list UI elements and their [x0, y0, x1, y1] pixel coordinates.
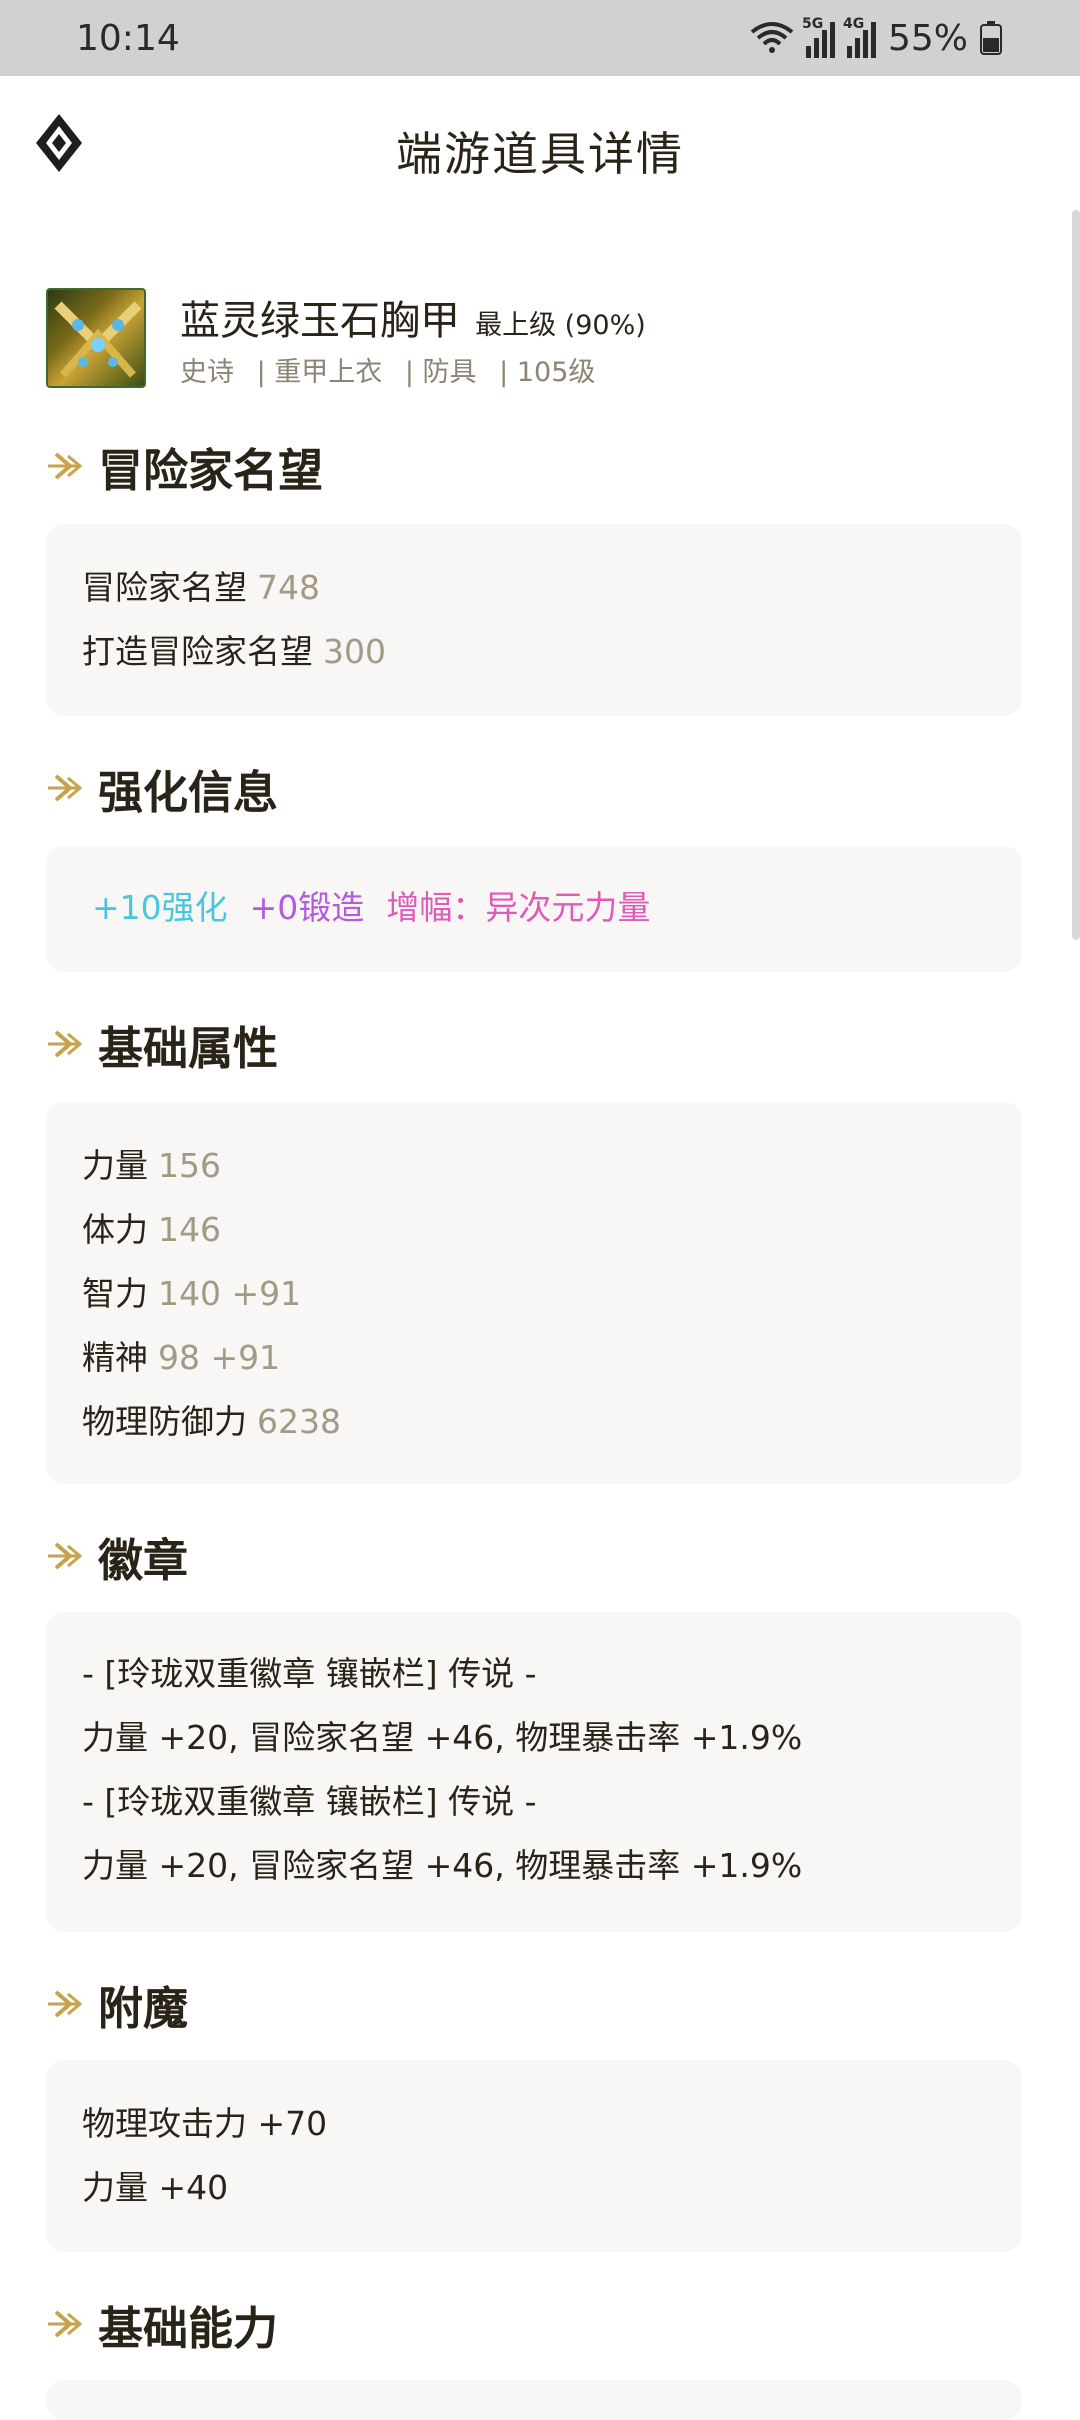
card-enhance: +10强化 +0锻造 增幅：异次元力量: [46, 846, 1022, 972]
status-icons: 5G 4G 55%: [750, 16, 1002, 59]
app-header: 端游道具详情: [0, 76, 1080, 216]
item-name-row: 蓝灵绿玉石胸甲 最上级 (90%): [180, 288, 646, 346]
crafted-reputation-row: 打造冒险家名望 300: [82, 632, 386, 671]
card-reputation: 冒险家名望 748 打造冒险家名望 300: [46, 524, 1022, 716]
section-arrow-icon: [48, 1030, 83, 1058]
section-title-reputation: 冒险家名望: [46, 436, 323, 497]
enchant-line: 力量 +40: [82, 2168, 229, 2207]
page-title: 端游道具详情: [396, 127, 684, 181]
section-arrow-icon: [48, 2310, 83, 2338]
section-arrow-icon: [48, 1990, 83, 2018]
item-meta: 史诗 | 重甲上衣 | 防具 | 105级: [180, 350, 609, 389]
reputation-row: 冒险家名望 748: [82, 568, 320, 607]
stat-row: 精神 98 +91: [82, 1338, 281, 1377]
item-category: | 防具: [404, 357, 477, 388]
battery-icon: [980, 21, 1002, 55]
item-grade: 最上级 (90%): [475, 310, 646, 341]
forge-value: +0锻造: [249, 888, 365, 927]
card-base: 力量 156 体力 146 智力 140 +91 精神 98 +91 物理防御力 6238: [46, 1102, 1022, 1484]
item-level: | 105级: [499, 357, 596, 388]
item-header: 蓝灵绿玉石胸甲 最上级 (90%) 史诗 | 重甲上衣 | 防具 | 105级: [46, 288, 1026, 388]
section-arrow-icon: [48, 774, 83, 802]
stat-row: 体力 146: [82, 1210, 221, 1249]
card-ability: [46, 2380, 1022, 2420]
scrollbar[interactable]: [1072, 210, 1080, 940]
section-title-base: 基础属性: [46, 1014, 278, 1075]
enchant-line: 物理攻击力 +70: [82, 2104, 328, 2143]
emblem-line: 力量 +20, 冒险家名望 +46, 物理暴击率 +1.9%: [82, 1718, 803, 1757]
card-emblem: - [玲珑双重徽章 镶嵌栏] 传说 - 力量 +20, 冒险家名望 +46, 物…: [46, 1612, 1022, 1932]
signal-4g-icon: 4G: [843, 16, 876, 58]
emblem-line: - [玲珑双重徽章 镶嵌栏] 传说 -: [82, 1654, 537, 1693]
section-title-ability: 基础能力: [46, 2294, 278, 2355]
battery-percent: 55%: [887, 17, 968, 59]
stat-row: 物理防御力 6238: [82, 1402, 341, 1441]
section-title-emblem: 徽章: [46, 1526, 188, 1587]
amplify-value: 增幅：异次元力量: [386, 888, 651, 927]
item-rarity: 史诗: [180, 357, 234, 388]
emblem-line: - [玲珑双重徽章 镶嵌栏] 传说 -: [82, 1782, 537, 1821]
section-arrow-icon: [48, 1542, 83, 1570]
card-enchant: 物理攻击力 +70 力量 +40: [46, 2060, 1022, 2252]
reinforce-value: +10强化: [92, 888, 228, 927]
stat-row: 智力 140 +91: [82, 1274, 302, 1313]
status-time: 10:14: [76, 17, 180, 59]
item-type: | 重甲上衣: [256, 357, 383, 388]
stat-row: 力量 156: [82, 1146, 221, 1185]
section-title-enhance: 强化信息: [46, 758, 278, 819]
item-name: 蓝灵绿玉石胸甲: [180, 298, 460, 344]
section-title-enchant: 附魔: [46, 1974, 188, 2035]
emblem-line: 力量 +20, 冒险家名望 +46, 物理暴击率 +1.9%: [82, 1846, 803, 1885]
wifi-icon: [750, 22, 794, 53]
signal-5g-icon: 5G: [802, 16, 835, 58]
section-arrow-icon: [48, 452, 83, 480]
item-thumbnail: [46, 288, 146, 388]
enhance-row: +10强化 +0锻造 增幅：异次元力量: [82, 876, 986, 940]
status-bar: 10:14 5G 4G 55%: [0, 0, 1080, 76]
